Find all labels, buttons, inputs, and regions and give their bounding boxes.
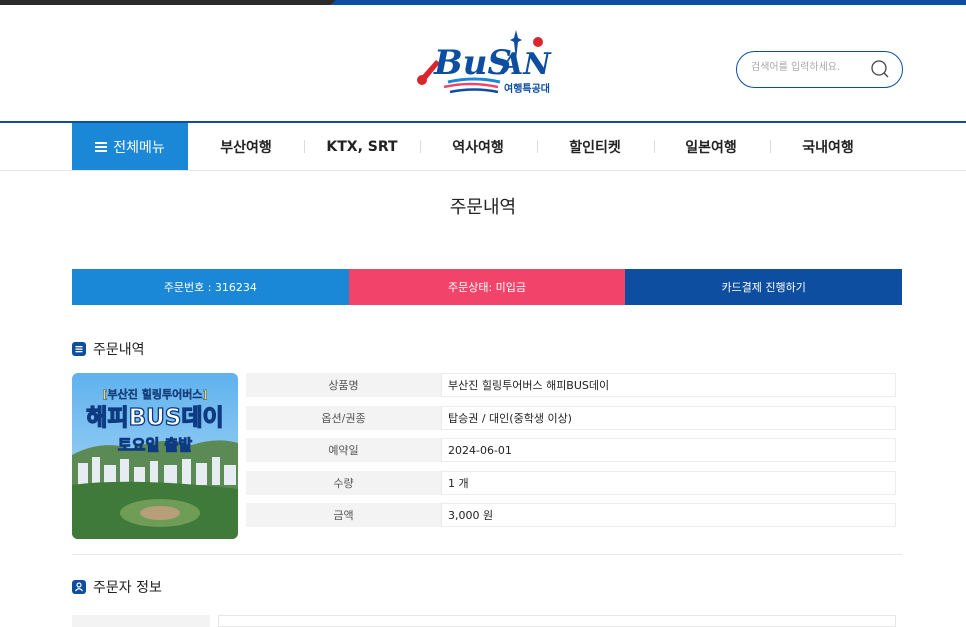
card-payment-button[interactable]: 카드결제 진행하기 xyxy=(625,269,903,305)
user-icon xyxy=(72,580,86,594)
detail-value: 부산진 힐링투어버스 해피BUS데이 xyxy=(441,373,896,397)
orderer-row xyxy=(72,615,896,627)
order-detail-table: 상품명 부산진 힐링투어버스 해피BUS데이 옵션/권종 탑승권 / 대인(중학… xyxy=(246,373,896,536)
detail-row: 수량 1 개 xyxy=(246,470,896,495)
list-icon xyxy=(72,342,86,356)
nav-item-discount-ticket[interactable]: 할인티켓 xyxy=(549,123,641,170)
detail-row: 옵션/권종 탑승권 / 대인(중학생 이상) xyxy=(246,405,896,430)
nav-item-domestic-travel[interactable]: 국내여행 xyxy=(782,123,874,170)
product-image-line2: 해피BUS데이 xyxy=(86,405,223,431)
busan-logo-graphic: BuS AN 여행특공대 xyxy=(417,30,552,95)
nav-item-busan-travel[interactable]: 부산여행 xyxy=(200,123,292,170)
nav-item-ktx-srt[interactable]: KTX, SRT xyxy=(316,123,408,170)
detail-row: 예약일 2024-06-01 xyxy=(246,438,896,462)
detail-value: 탑승권 / 대인(중학생 이상) xyxy=(441,405,896,430)
nav-separator xyxy=(537,140,538,153)
detail-label: 옵션/권종 xyxy=(246,405,441,430)
section-divider xyxy=(72,554,902,555)
nav-separator xyxy=(654,140,655,153)
nav-item-history-travel[interactable]: 역사여행 xyxy=(432,123,524,170)
detail-label: 금액 xyxy=(246,503,441,527)
detail-label: 예약일 xyxy=(246,438,441,462)
detail-row: 상품명 부산진 힐링투어버스 해피BUS데이 xyxy=(246,373,896,397)
search-box[interactable] xyxy=(736,51,903,88)
order-status-bar: 주문번호 : 316234 주문상태: 미입금 카드결제 진행하기 xyxy=(72,269,903,305)
top-strip xyxy=(0,0,966,5)
orderer-section-title: 주문자 정보 xyxy=(93,580,162,596)
page-title: 주문내역 xyxy=(449,197,517,218)
svg-text:AN: AN xyxy=(497,47,552,82)
main-nav: 전체메뉴 부산여행 KTX, SRT 역사여행 할인티켓 일본여행 국내여행 xyxy=(0,123,966,171)
order-section-title: 주문내역 xyxy=(93,342,145,358)
detail-value: 1 개 xyxy=(441,470,896,495)
order-number: 주문번호 : 316234 xyxy=(72,269,349,305)
product-image-line1: [부산진 힐링투어버스] xyxy=(103,387,208,401)
detail-value: 2024-06-01 xyxy=(441,438,896,462)
order-state: 주문상태: 미입금 xyxy=(348,269,626,305)
detail-value: 3,000 원 xyxy=(441,503,896,527)
orderer-section-heading: 주문자 정보 xyxy=(72,577,162,597)
detail-row: 금액 3,000 원 xyxy=(246,503,896,527)
product-image-line3: 토요일 출발 xyxy=(118,436,192,454)
orderer-value-cell xyxy=(218,615,896,627)
all-menu-label: 전체메뉴 xyxy=(113,139,165,156)
nav-item-japan-travel[interactable]: 일본여행 xyxy=(665,123,757,170)
product-image: [부산진 힐링투어버스] 해피BUS데이 토요일 출발 xyxy=(72,373,238,539)
top-strip-dark xyxy=(0,0,336,5)
nav-separator xyxy=(420,140,421,153)
nav-separator xyxy=(304,140,305,153)
logo-sub: 여행특공대 xyxy=(504,82,550,95)
search-icon[interactable] xyxy=(870,59,890,79)
orderer-label-cell xyxy=(72,615,210,627)
busan-logo[interactable]: BuS AN 여행특공대 xyxy=(414,30,564,100)
detail-label: 상품명 xyxy=(246,373,441,397)
detail-label: 수량 xyxy=(246,470,441,495)
all-menu-button[interactable]: 전체메뉴 xyxy=(72,123,188,170)
hamburger-icon xyxy=(95,141,108,152)
order-section-heading: 주문내역 xyxy=(72,339,145,359)
search-input[interactable] xyxy=(749,61,873,74)
nav-separator xyxy=(770,140,771,153)
